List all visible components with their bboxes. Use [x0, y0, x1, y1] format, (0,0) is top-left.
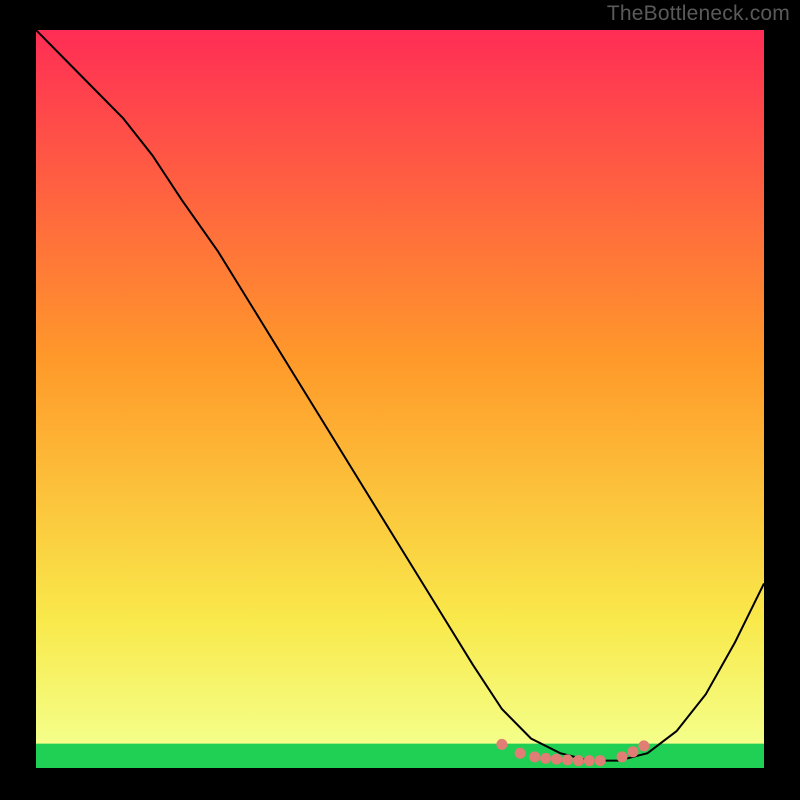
- marker-dot: [529, 751, 540, 762]
- gradient-background: [36, 30, 764, 768]
- plot-area: [36, 30, 764, 768]
- marker-dot: [595, 755, 606, 766]
- chart-svg: [36, 30, 764, 768]
- marker-dot: [573, 755, 584, 766]
- watermark-text: TheBottleneck.com: [607, 2, 790, 26]
- marker-dot: [515, 748, 526, 759]
- marker-dot: [584, 755, 595, 766]
- marker-dot: [562, 754, 573, 765]
- marker-dot: [540, 753, 551, 764]
- marker-dot: [496, 739, 507, 750]
- marker-dot: [638, 740, 649, 751]
- marker-dot: [617, 751, 628, 762]
- chart-frame: TheBottleneck.com: [0, 0, 800, 800]
- marker-dot: [628, 746, 639, 757]
- marker-dot: [551, 754, 562, 765]
